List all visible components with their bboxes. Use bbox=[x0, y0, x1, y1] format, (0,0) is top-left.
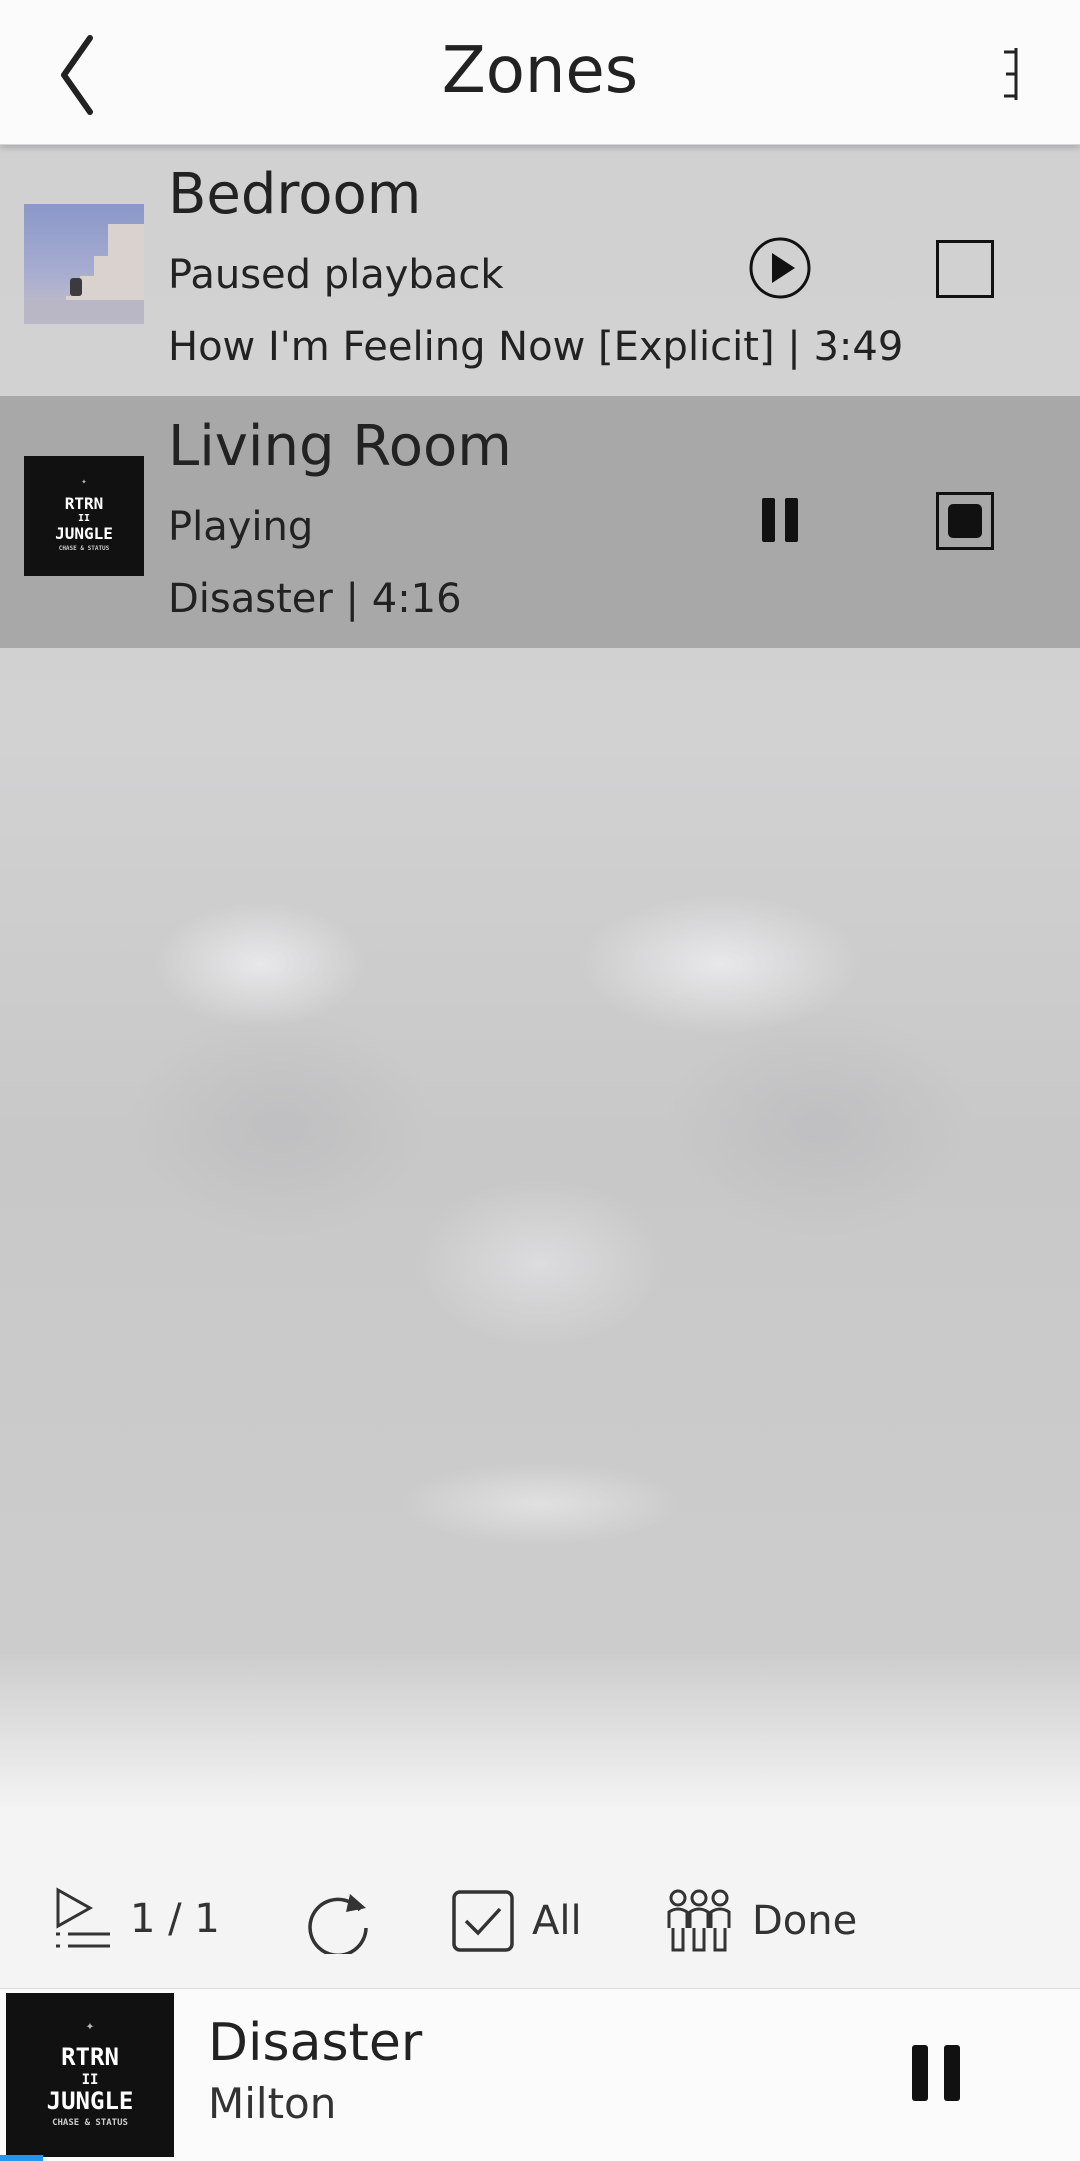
now-playing-artist: Milton bbox=[208, 2079, 337, 2128]
queue-icon bbox=[56, 1887, 110, 1948]
select-all-label: All bbox=[532, 1898, 582, 1944]
pause-icon bbox=[912, 2045, 960, 2101]
now-playing-album-art: ✦ RTRN II JUNGLE CHASE & STATUS bbox=[6, 1993, 174, 2157]
page-title: Zones bbox=[441, 34, 639, 108]
zone-row-living-room[interactable]: ✦ RTRN II JUNGLE CHASE & STATUS Living R… bbox=[0, 396, 1080, 648]
zone-name: Living Room bbox=[168, 414, 512, 479]
queue-count: 1 / 1 bbox=[130, 1896, 220, 1942]
pause-button[interactable] bbox=[748, 488, 812, 552]
playback-progress-bar bbox=[0, 2155, 44, 2161]
album-art-line: CHASE & STATUS bbox=[58, 545, 110, 552]
play-button[interactable] bbox=[748, 236, 812, 300]
album-art-line: JUNGLE bbox=[46, 2087, 134, 2115]
zone-track-info: Disaster | 4:16 bbox=[168, 576, 462, 622]
select-all-toggle[interactable]: All bbox=[452, 1890, 582, 1952]
album-art-bedroom bbox=[24, 204, 144, 324]
done-button[interactable]: Done bbox=[664, 1888, 857, 1954]
album-art-line: II bbox=[81, 2072, 99, 2088]
zone-status: Paused playback bbox=[168, 252, 504, 298]
album-art-line: II bbox=[77, 513, 91, 524]
pause-icon bbox=[762, 498, 798, 542]
now-playing-pause-button[interactable] bbox=[908, 2041, 964, 2105]
repeat-button[interactable] bbox=[304, 1888, 374, 1954]
repeat-icon bbox=[308, 1894, 368, 1954]
stop-icon bbox=[936, 492, 994, 550]
album-art-line: RTRN bbox=[61, 2043, 119, 2071]
zone-status: Playing bbox=[168, 504, 314, 550]
done-label: Done bbox=[752, 1898, 858, 1944]
zone-row-bedroom[interactable]: Bedroom Paused playback How I'm Feeling … bbox=[0, 144, 1080, 396]
menu-button[interactable] bbox=[990, 44, 1030, 104]
zone-name: Bedroom bbox=[168, 162, 422, 227]
queue-button[interactable]: 1 / 1 bbox=[54, 1886, 220, 1952]
stop-button[interactable] bbox=[936, 240, 994, 298]
album-art-line: RTRN bbox=[64, 494, 104, 513]
bottom-toolbar: 1 / 1 All Done bbox=[0, 1840, 1080, 1990]
group-icon bbox=[667, 1889, 731, 1952]
now-playing-bar[interactable]: ✦ RTRN II JUNGLE CHASE & STATUS Disaster… bbox=[0, 1988, 1080, 2161]
stop-icon bbox=[936, 240, 994, 298]
now-playing-title: Disaster bbox=[208, 2013, 423, 2073]
checkbox-checked-icon bbox=[452, 1890, 514, 1952]
album-art-line: JUNGLE bbox=[55, 524, 113, 543]
album-art-living-room: ✦ RTRN II JUNGLE CHASE & STATUS bbox=[24, 456, 144, 576]
app-header: Zones bbox=[0, 0, 1080, 145]
play-icon bbox=[749, 237, 811, 299]
overflow-menu-icon bbox=[1004, 48, 1018, 100]
stop-button[interactable] bbox=[936, 492, 994, 550]
zone-track-info: How I'm Feeling Now [Explicit] | 3:49 bbox=[168, 324, 904, 370]
album-art-line: CHASE & STATUS bbox=[52, 2118, 128, 2128]
